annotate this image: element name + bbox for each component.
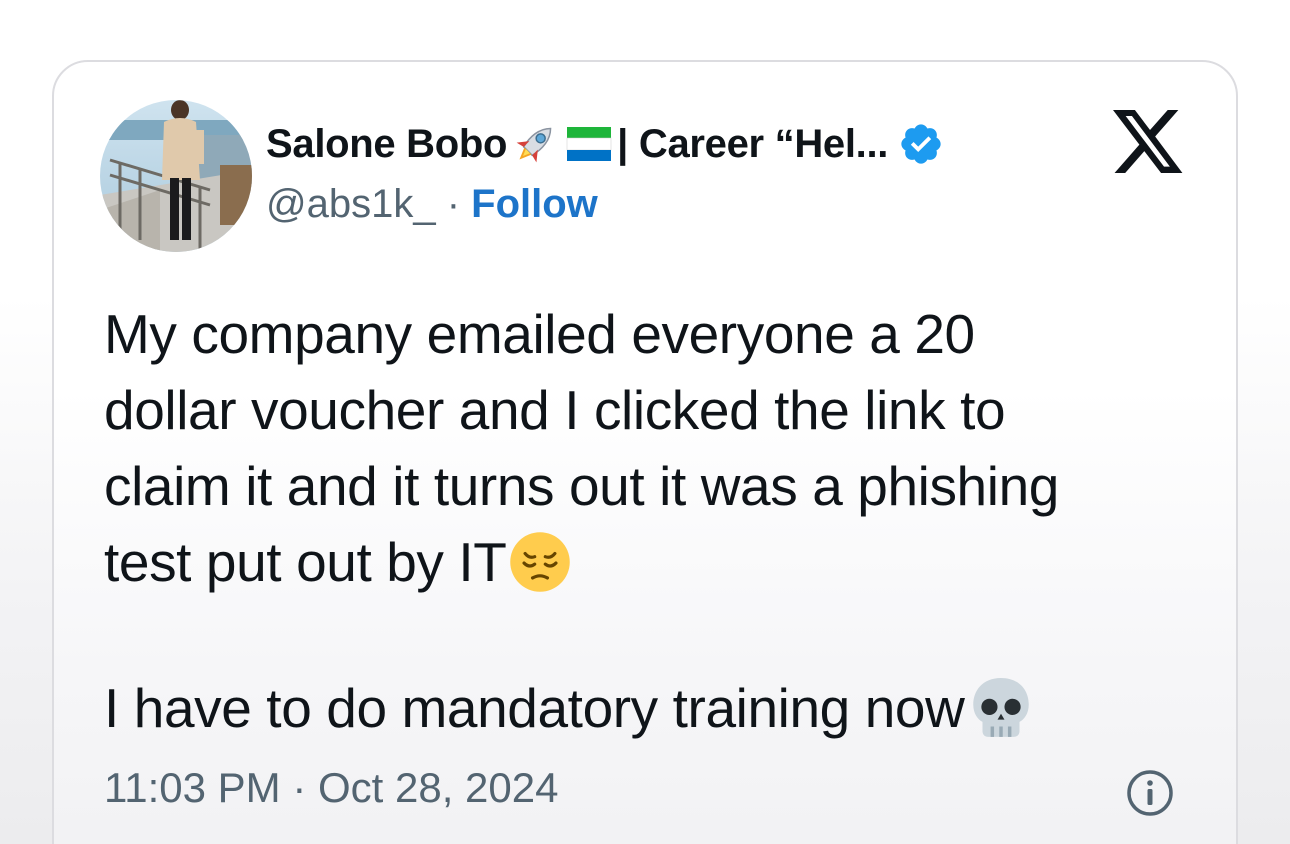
skull-emoji xyxy=(964,671,1038,745)
handle-separator: · xyxy=(435,182,472,226)
author-handle[interactable]: @abs1k_ xyxy=(266,182,436,226)
tweet-text-line-5: I have to do mandatory training now xyxy=(104,670,1214,746)
sierra-leone-flag-emoji xyxy=(565,124,615,164)
page: Salone Bobo | Career “Hel... @abs1k_ · F… xyxy=(0,0,1290,844)
rocket-emoji xyxy=(509,118,561,170)
follow-button[interactable]: Follow xyxy=(471,182,598,226)
tweet-text-line: dollar voucher and I clicked the link to xyxy=(104,379,1006,441)
tweet-text-segment: I have to do mandatory training now xyxy=(104,677,965,739)
tweet-text-line: claim it and it turns out it was a phish… xyxy=(104,455,1059,517)
pensive-face-emoji xyxy=(506,528,574,596)
author-name[interactable]: Salone Bobo xyxy=(266,122,507,167)
x-logo-icon[interactable] xyxy=(1112,110,1186,176)
avatar[interactable] xyxy=(100,100,252,252)
handle-row: @abs1k_ · Follow xyxy=(266,182,598,227)
tweet-text-line-4: test put out by IT xyxy=(104,524,1214,600)
author-name-suffix[interactable]: | Career “Hel... xyxy=(617,122,888,167)
verified-badge-icon xyxy=(898,121,944,167)
tweet-body: My company emailed everyone a 20 dollar … xyxy=(104,296,1214,746)
tweet-timestamp[interactable]: 11:03 PM · Oct 28, 2024 xyxy=(104,764,558,812)
tweet-text-segment: test put out by IT xyxy=(104,531,507,593)
info-icon[interactable] xyxy=(1125,768,1175,818)
tweet-text-line: My company emailed everyone a 20 xyxy=(104,303,975,365)
author-name-row[interactable]: Salone Bobo | Career “Hel... xyxy=(266,116,944,172)
